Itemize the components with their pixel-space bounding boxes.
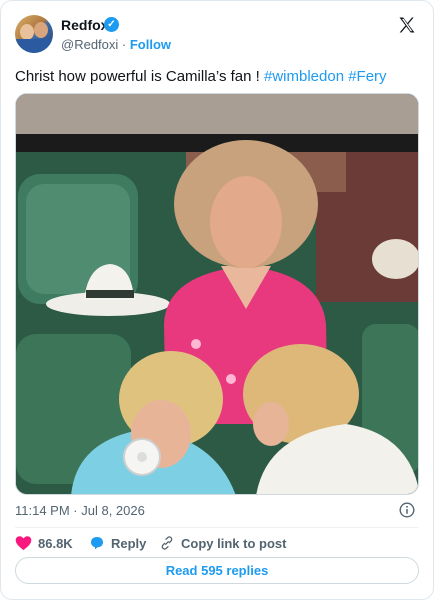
blonde-woman-face	[253, 402, 289, 446]
author-handle[interactable]: @Redfoxi	[61, 37, 118, 52]
tweet-card: Redfoxi ✓ @Redfoxi · Follow Christ how p…	[0, 0, 434, 600]
reply-label: Reply	[111, 535, 147, 551]
dress-pattern	[191, 339, 201, 349]
avatar-face-right	[34, 22, 48, 38]
photo-roof	[16, 94, 418, 134]
tweet-timestamp[interactable]: 11:14 PM · Jul 8, 2026	[15, 503, 145, 518]
handle-separator: ·	[118, 37, 130, 52]
avatar-shirt	[15, 39, 53, 53]
photo-illustration	[16, 94, 418, 494]
heart-icon	[15, 536, 32, 551]
hashtag-fery[interactable]: #Fery	[348, 68, 386, 85]
follow-link[interactable]: Follow	[130, 37, 171, 52]
hat-band	[86, 290, 134, 298]
tweet-text: Christ how powerful is Camilla’s fan ! #…	[15, 67, 387, 87]
hand-fan-hub	[137, 452, 147, 462]
tweet-body: Christ how powerful is Camilla’s fan !	[15, 68, 264, 85]
like-count: 86.8K	[38, 535, 73, 551]
dress-pattern	[226, 374, 236, 384]
reply-button[interactable]: Reply	[89, 534, 146, 552]
divider	[15, 527, 419, 528]
avatar[interactable]	[15, 15, 53, 53]
reply-bubble-icon	[91, 537, 103, 550]
copy-link-label: Copy link to post	[181, 535, 287, 551]
x-logo-icon[interactable]	[397, 15, 417, 35]
like-button[interactable]: 86.8K	[15, 534, 73, 552]
woman-face	[210, 176, 282, 268]
read-replies-button[interactable]: Read 595 replies	[15, 557, 419, 584]
tweet-photo[interactable]	[15, 93, 419, 495]
avatar-face-left	[20, 24, 34, 40]
copy-link-button[interactable]: Copy link to post	[159, 534, 286, 552]
verified-badge-icon: ✓	[104, 17, 119, 32]
hat-right	[372, 239, 418, 279]
info-icon[interactable]	[399, 502, 415, 518]
author-handle-row: @Redfoxi · Follow	[61, 37, 171, 52]
hashtag-wimbledon[interactable]: #wimbledon	[264, 68, 344, 85]
link-icon	[161, 536, 173, 550]
